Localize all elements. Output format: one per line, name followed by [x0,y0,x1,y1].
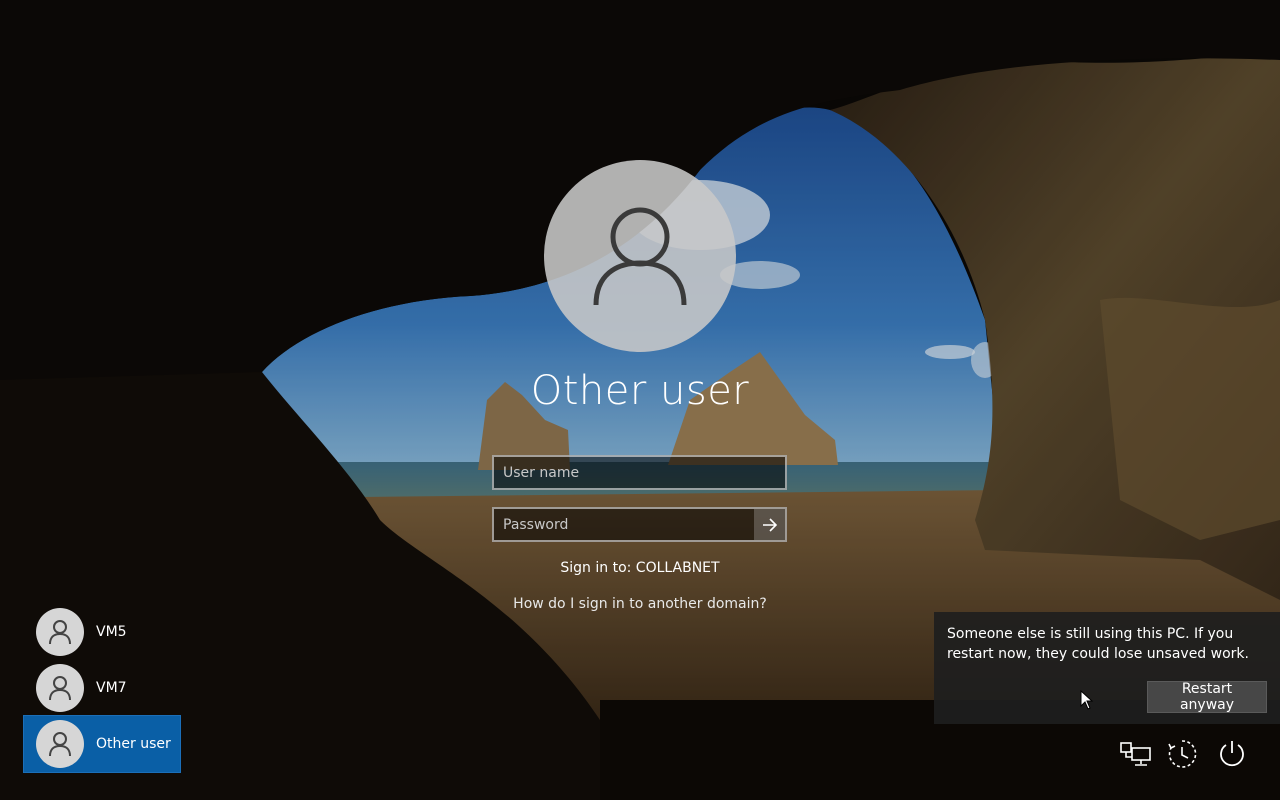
username-field-container [492,455,787,490]
user-item-vm7[interactable]: VM7 [24,660,180,716]
restart-warning-notification: Someone else is still using this PC. If … [934,612,1280,724]
power-icon [1220,741,1244,767]
user-icon [49,620,71,645]
password-input[interactable] [494,509,756,540]
user-list: VM5 VM7 Other user [23,604,181,773]
user-item-vm5[interactable]: VM5 [24,604,180,660]
mouse-cursor-icon [1080,690,1094,710]
ease-of-access-icon [1168,740,1197,768]
arrow-right-icon [762,517,777,532]
network-icon [1120,742,1151,766]
user-icon [49,732,71,757]
account-name: Other user [530,368,750,414]
password-field-container [492,507,787,542]
notification-message: Someone else is still using this PC. If … [947,626,1249,662]
submit-button[interactable] [754,509,785,540]
network-button[interactable] [1120,738,1152,770]
avatar [36,608,84,656]
domain-help-link[interactable]: How do I sign in to another domain? [440,596,840,612]
ease-of-access-button[interactable] [1166,738,1198,770]
user-name: VM7 [96,680,127,696]
user-icon [593,207,687,306]
account-avatar [544,160,736,352]
username-input[interactable] [494,457,785,488]
user-name: VM5 [96,624,127,640]
avatar [36,720,84,768]
user-name: Other user [96,736,171,752]
restart-anyway-button[interactable]: Restart anyway [1147,681,1267,713]
user-item-other-user[interactable]: Other user [23,715,181,773]
power-button[interactable] [1216,738,1248,770]
avatar [36,664,84,712]
sign-in-domain-label: Sign in to: COLLABNET [560,560,720,576]
user-icon [49,676,71,701]
